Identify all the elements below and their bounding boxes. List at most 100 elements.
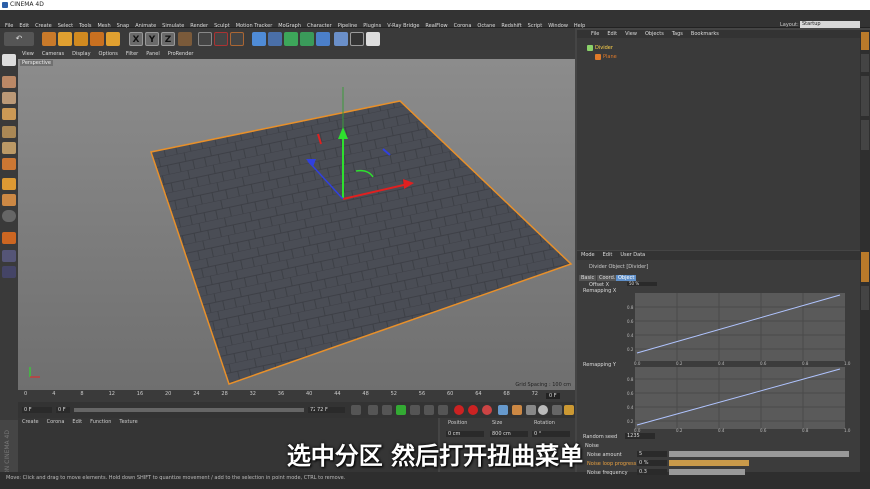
start-frame-field[interactable]: 0 F xyxy=(22,407,52,413)
video-subtitle: 选中分区 然后打开扭曲菜单 xyxy=(286,442,584,470)
material-menu-create[interactable]: Create xyxy=(18,418,43,427)
preview-end-field[interactable]: 72 F xyxy=(315,407,345,413)
main-toolbar: ↶ X Y Z xyxy=(0,28,575,50)
keyframe-selection-icon[interactable] xyxy=(482,405,492,415)
x-axis-lock-button[interactable]: X xyxy=(129,32,143,46)
spline-pen-icon[interactable] xyxy=(268,32,282,46)
z-axis-lock-button[interactable]: Z xyxy=(161,32,175,46)
lock-workplane-icon[interactable] xyxy=(2,232,16,244)
previous-frame-icon[interactable] xyxy=(382,405,392,415)
next-key-icon[interactable] xyxy=(424,405,434,415)
key-pla-icon[interactable] xyxy=(552,405,562,415)
workplane-icon[interactable] xyxy=(2,250,16,262)
next-frame-icon[interactable] xyxy=(410,405,420,415)
autokey-icon[interactable] xyxy=(468,405,478,415)
viewport[interactable]: Perspective Grid Spacing : 100 cm xyxy=(18,59,575,390)
attribute-menu-mode[interactable]: Mode xyxy=(577,251,599,260)
key-parameter-icon[interactable] xyxy=(538,405,548,415)
render-view-icon[interactable] xyxy=(198,32,212,46)
object-menu-file[interactable]: File xyxy=(587,30,603,38)
play-icon[interactable] xyxy=(396,405,406,415)
viewport-menu-panel[interactable]: Panel xyxy=(142,50,164,59)
snap-icon[interactable] xyxy=(2,210,16,222)
attribute-menu-edit[interactable]: Edit xyxy=(599,251,617,260)
plane-object xyxy=(150,100,573,385)
timeline-end-frame: 0 F xyxy=(546,393,560,399)
viewport-menu-filter[interactable]: Filter xyxy=(122,50,142,59)
content-browser-side-tab[interactable] xyxy=(861,76,869,116)
object-menu-view[interactable]: View xyxy=(621,30,641,38)
attributes-side-tab[interactable] xyxy=(861,252,869,282)
live-select-icon[interactable] xyxy=(42,32,56,46)
object-menu-edit[interactable]: Edit xyxy=(603,30,621,38)
material-menu-texture[interactable]: Texture xyxy=(115,418,141,427)
partial-row-value[interactable]: 50 % xyxy=(627,282,657,286)
current-frame-field[interactable]: 0 F xyxy=(56,407,70,413)
attribute-menu-user-data[interactable]: User Data xyxy=(616,251,649,260)
grid-icon[interactable] xyxy=(2,266,16,278)
light-icon[interactable] xyxy=(366,32,380,46)
graph-y-tick-label: 0.2 xyxy=(627,347,634,352)
cube-primitive-icon[interactable] xyxy=(252,32,266,46)
timeline-tick-label: 64 xyxy=(475,391,482,397)
undo-button[interactable]: ↶ xyxy=(4,32,34,46)
cloner-icon[interactable] xyxy=(300,32,314,46)
key-rotation-icon[interactable] xyxy=(526,405,536,415)
texture-mode-icon[interactable] xyxy=(2,92,16,104)
record-icon[interactable] xyxy=(454,405,464,415)
structure-side-tab[interactable] xyxy=(861,120,869,150)
key-position-icon[interactable] xyxy=(498,405,508,415)
remapping-x-graph[interactable] xyxy=(635,293,845,361)
enable-axis-icon[interactable] xyxy=(2,178,16,190)
graph-x-tick-label: 1.0 xyxy=(844,361,851,366)
render-picture-viewer-icon[interactable] xyxy=(214,32,228,46)
polygons-mode-icon[interactable] xyxy=(2,158,16,170)
remapping-y-graph[interactable] xyxy=(635,367,845,429)
tab-basic[interactable]: Basic xyxy=(579,275,597,281)
floor-icon[interactable] xyxy=(334,32,348,46)
recent-tool-icon[interactable] xyxy=(106,32,120,46)
layers-side-tab[interactable] xyxy=(861,286,869,310)
layout-select[interactable]: Startup xyxy=(800,21,860,28)
camera-icon[interactable] xyxy=(350,32,364,46)
previous-key-icon[interactable] xyxy=(368,405,378,415)
viewport-menu-view[interactable]: View xyxy=(18,50,38,59)
world-coordinates-icon[interactable] xyxy=(178,32,192,46)
frame-range-slider[interactable] xyxy=(74,408,304,412)
scale-tool-icon[interactable] xyxy=(74,32,88,46)
go-to-start-icon[interactable] xyxy=(351,405,361,415)
viewport-menu-options[interactable]: Options xyxy=(95,50,122,59)
tab-coord[interactable]: Coord. xyxy=(597,275,618,281)
takes-side-tab[interactable] xyxy=(861,54,869,72)
points-mode-icon[interactable] xyxy=(2,126,16,138)
viewport-menu-cameras[interactable]: Cameras xyxy=(38,50,68,59)
make-editable-icon[interactable] xyxy=(2,54,16,66)
material-menu-corona[interactable]: Corona xyxy=(43,418,69,427)
subdivision-surface-icon[interactable] xyxy=(284,32,298,46)
tweak-mode-icon[interactable] xyxy=(2,194,16,206)
object-plane[interactable]: Plane xyxy=(595,53,617,61)
object-menu-objects[interactable]: Objects xyxy=(641,30,668,38)
y-axis-lock-button[interactable]: Y xyxy=(145,32,159,46)
material-menu-function[interactable]: Function xyxy=(86,418,115,427)
deformer-icon[interactable] xyxy=(316,32,330,46)
timeline-tick-label: 12 xyxy=(108,391,115,397)
viewport-menu-prorender[interactable]: ProRender xyxy=(164,50,198,59)
object-menu-bookmarks[interactable]: Bookmarks xyxy=(687,30,723,38)
render-settings-icon[interactable] xyxy=(230,32,244,46)
rotate-tool-icon[interactable] xyxy=(90,32,104,46)
key-scale-icon[interactable] xyxy=(512,405,522,415)
timeline-ruler[interactable]: 0 4 8 12 16 20 24 28 32 36 40 44 48 52 56 60 64 68 72 0 F xyxy=(18,390,575,402)
material-menu-edit[interactable]: Edit xyxy=(68,418,86,427)
timeline-tick-label: 48 xyxy=(362,391,369,397)
workplane-mode-icon[interactable] xyxy=(2,108,16,120)
go-to-end-icon[interactable] xyxy=(438,405,448,415)
object-menu-tags[interactable]: Tags xyxy=(668,30,687,38)
object-divider[interactable]: Divider xyxy=(587,44,613,52)
viewport-menu-display[interactable]: Display xyxy=(68,50,94,59)
objects-side-tab[interactable] xyxy=(861,32,869,50)
model-mode-icon[interactable] xyxy=(2,76,16,88)
move-tool-icon[interactable] xyxy=(58,32,72,46)
timeline-menu-icon[interactable] xyxy=(564,405,574,415)
edges-mode-icon[interactable] xyxy=(2,142,16,154)
